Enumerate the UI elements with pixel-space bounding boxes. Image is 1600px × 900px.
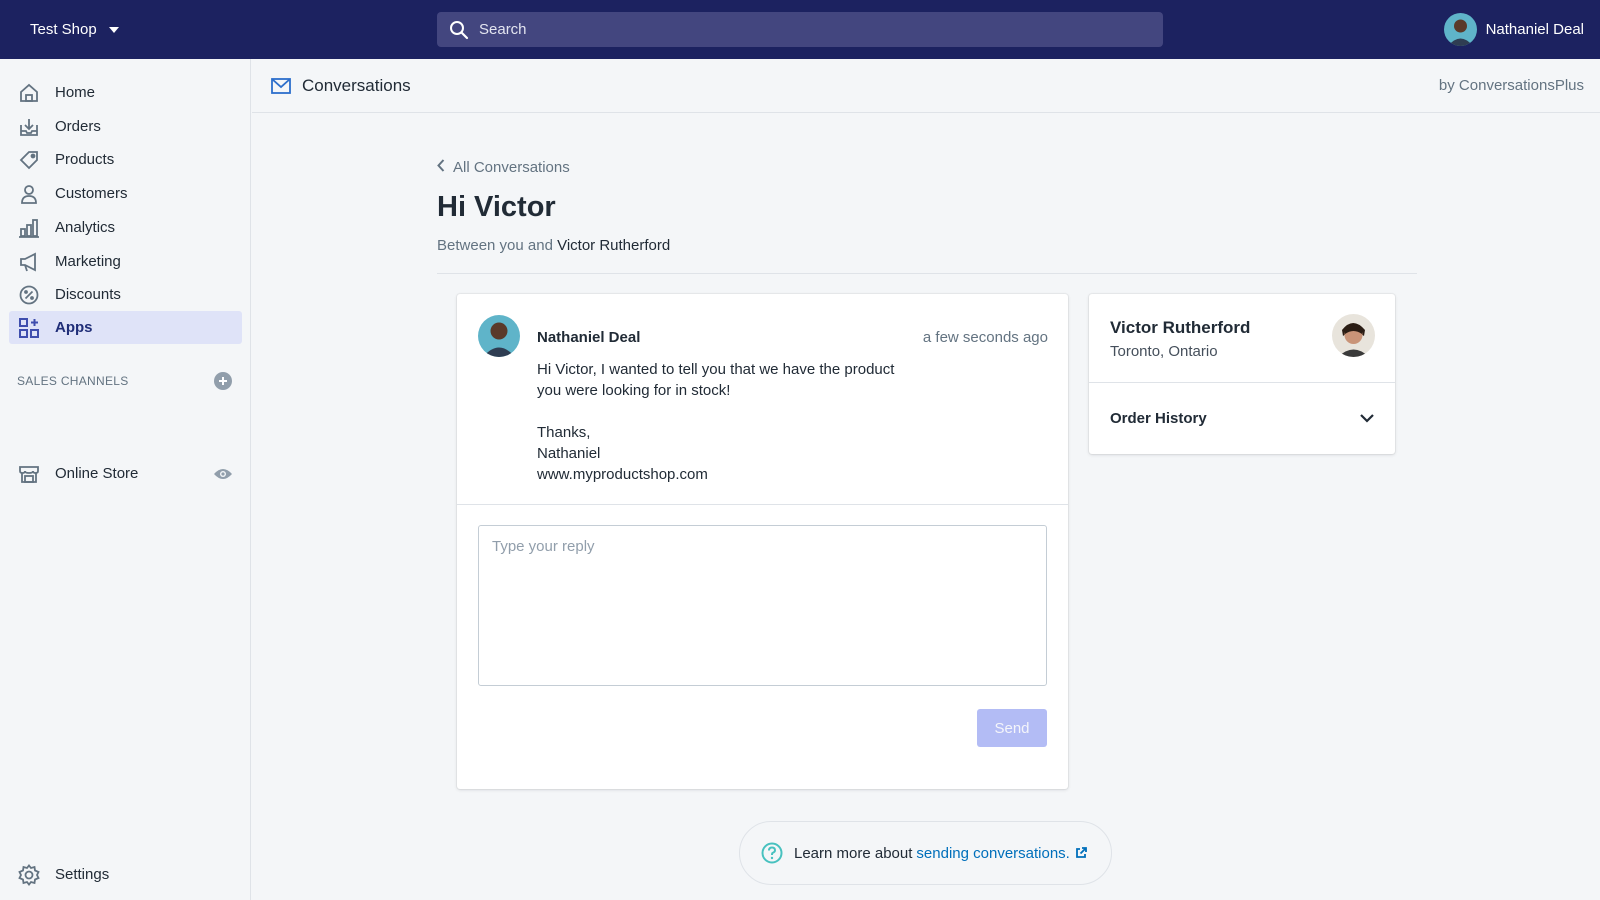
gear-icon <box>18 863 40 886</box>
user-avatar <box>1443 13 1477 46</box>
order-history-toggle[interactable]: Order History <box>1089 383 1395 454</box>
between-prefix: Between you and <box>437 237 553 254</box>
sidebar-item-label: Settings <box>55 866 110 883</box>
sales-channels-header: SALES CHANNELS <box>17 372 232 390</box>
app-title: Conversations <box>271 76 411 96</box>
home-icon <box>18 82 40 104</box>
help-footer: Learn more about sending conversations. <box>739 821 1112 885</box>
app-header: Conversations by ConversationsPlus <box>252 59 1600 113</box>
external-link-icon <box>1075 847 1087 858</box>
between-name: Victor Rutherford <box>557 237 671 254</box>
sidebar: Home Orders Products Customers Analytics… <box>0 59 251 900</box>
back-link-label: All Conversations <box>453 159 570 176</box>
customer-location: Toronto, Ontario <box>1110 343 1218 360</box>
search-bar[interactable] <box>437 12 1163 47</box>
person-icon <box>18 183 40 205</box>
bar-chart-icon <box>18 217 40 239</box>
page-subtitle: Between you and Victor Rutherford <box>437 237 670 254</box>
sidebar-item-label: Marketing <box>55 253 121 270</box>
sidebar-item-products[interactable]: Products <box>9 143 242 176</box>
message-body: Hi Victor, I wanted to tell you that we … <box>537 361 895 483</box>
sidebar-item-settings[interactable]: Settings <box>9 858 242 891</box>
divider <box>437 273 1417 274</box>
sidebar-item-label: Home <box>55 84 96 101</box>
online-store-label: Online Store <box>55 465 139 482</box>
sidebar-item-apps[interactable]: Apps <box>9 311 242 344</box>
customer-name: Victor Rutherford <box>1110 318 1251 337</box>
search-input[interactable] <box>479 21 1163 38</box>
sender-avatar <box>478 315 520 357</box>
sender-name: Nathaniel Deal <box>537 329 641 346</box>
sidebar-item-discounts[interactable]: Discounts <box>9 278 242 311</box>
message-card: Nathaniel Deal a few seconds ago Hi Vict… <box>457 294 1068 789</box>
app-attribution: by ConversationsPlus <box>1438 77 1584 94</box>
help-text: Learn more about <box>794 844 913 862</box>
message-time: a few seconds ago <box>922 329 1048 346</box>
discount-icon <box>18 284 40 306</box>
back-link[interactable]: All Conversations <box>437 159 570 176</box>
sidebar-item-online-store[interactable]: Online Store <box>9 457 233 490</box>
sidebar-item-label: Discounts <box>55 286 121 303</box>
send-button[interactable]: Send <box>977 709 1047 747</box>
user-name: Nathaniel Deal <box>1485 21 1584 38</box>
apps-icon <box>18 317 40 339</box>
sidebar-item-label: Products <box>55 151 115 168</box>
caret-down-icon <box>108 26 119 33</box>
customer-card: Victor Rutherford Toronto, Ontario Order… <box>1089 294 1395 454</box>
help-link[interactable]: sending conversations. <box>916 845 1069 862</box>
sidebar-item-label: Orders <box>55 118 101 135</box>
app-title-label: Conversations <box>302 75 411 95</box>
sidebar-item-label: Apps <box>55 319 93 336</box>
sidebar-item-orders[interactable]: Orders <box>9 110 242 143</box>
eye-icon[interactable] <box>213 467 233 481</box>
user-menu[interactable]: Nathaniel Deal <box>1443 0 1584 59</box>
sidebar-item-home[interactable]: Home <box>9 76 242 109</box>
sidebar-item-customers[interactable]: Customers <box>9 177 242 210</box>
envelope-icon <box>271 77 291 94</box>
store-icon <box>18 463 40 485</box>
search-icon <box>450 20 469 39</box>
shop-switcher[interactable]: Test Shop <box>30 0 119 59</box>
page-title: Hi Victor <box>437 191 556 223</box>
sidebar-item-label: Analytics <box>55 219 116 236</box>
sidebar-item-marketing[interactable]: Marketing <box>9 245 242 278</box>
sales-channels-heading: SALES CHANNELS <box>17 374 129 388</box>
add-circle-icon[interactable] <box>214 372 232 390</box>
orders-icon <box>18 116 40 138</box>
tag-icon <box>18 149 40 171</box>
reply-textarea[interactable] <box>478 525 1047 686</box>
customer-avatar <box>1332 314 1375 357</box>
sidebar-item-analytics[interactable]: Analytics <box>9 211 242 244</box>
question-circle-icon <box>761 842 783 864</box>
sidebar-item-label: Customers <box>55 185 128 202</box>
divider <box>457 504 1068 505</box>
megaphone-icon <box>18 251 40 273</box>
chevron-down-icon <box>1360 414 1374 423</box>
chevron-left-icon <box>437 159 445 176</box>
shop-name: Test Shop <box>30 21 97 38</box>
top-bar: Test Shop Nathaniel Deal <box>0 0 1600 59</box>
order-history-label: Order History <box>1110 410 1207 427</box>
